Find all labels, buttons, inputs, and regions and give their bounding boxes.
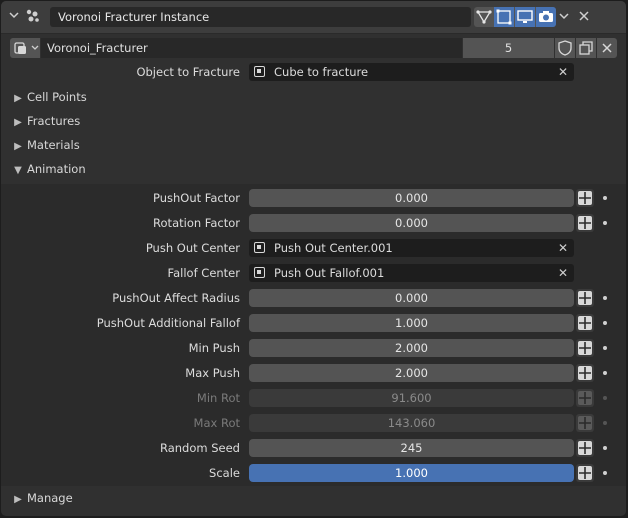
rotation-factor-field[interactable]: 0.000 [249, 214, 574, 232]
animate-property-dot[interactable] [603, 196, 607, 200]
section-label: Manage [27, 491, 73, 505]
animate-property-dot[interactable] [603, 371, 607, 375]
keyframe-icon [576, 414, 594, 432]
push-out-center-field[interactable]: Push Out Center.001 ✕ [249, 239, 574, 257]
keyframe-icon[interactable] [576, 214, 594, 232]
toggle-group [474, 7, 556, 27]
min-rot-field: 91.600 [249, 389, 574, 407]
viewport-display-icon[interactable] [515, 7, 535, 27]
pushout-additional-fallof-label: PushOut Additional Fallof [96, 316, 240, 330]
random-seed-field[interactable]: 245 [249, 439, 574, 457]
chevron-right-icon: ▶ [14, 93, 22, 104]
editmode-cage-icon[interactable] [494, 7, 514, 27]
fake-user-icon[interactable] [555, 38, 575, 58]
object-to-fracture-value: Cube to fracture [274, 65, 369, 79]
section-cell-points[interactable]: ▶ Cell Points [1, 86, 626, 108]
animate-property-dot[interactable] [603, 321, 607, 325]
keyframe-icon [576, 389, 594, 407]
animate-property-dot [603, 421, 607, 425]
animate-property-dot[interactable] [603, 221, 607, 225]
section-animation[interactable]: ▼ Animation [1, 158, 626, 180]
max-rot-field: 143.060 [249, 414, 574, 432]
section-manage[interactable]: ▶ Manage [1, 487, 626, 509]
chevron-down-icon: ▼ [14, 165, 22, 176]
keyframe-icon[interactable] [576, 464, 594, 482]
modifier-name-field[interactable]: Voronoi Fracturer Instance [50, 7, 471, 27]
node-group-name-field[interactable]: Voronoi_Fracturer [41, 38, 462, 58]
node-tree-icon [13, 40, 29, 56]
pushout-factor-field[interactable]: 0.000 [249, 189, 574, 207]
node-group-name: Voronoi_Fracturer [47, 41, 148, 55]
modifier-panel: Voronoi Fracturer Instance Voronoi_Fract… [1, 1, 626, 516]
keyframe-icon[interactable] [576, 314, 594, 332]
random-seed-label: Random Seed [159, 441, 240, 455]
render-icon[interactable] [536, 7, 556, 27]
section-label: Materials [27, 138, 80, 152]
fallof-center-field[interactable]: Push Out Fallof.001 ✕ [249, 264, 574, 282]
clear-object-icon[interactable]: ✕ [558, 264, 568, 282]
fallof-center-value: Push Out Fallof.001 [274, 266, 385, 280]
edit-mode-icon[interactable] [476, 9, 492, 25]
min-rot-label: Min Rot [196, 391, 240, 405]
close-icon[interactable] [578, 10, 590, 22]
scale-label: Scale [209, 466, 240, 480]
animate-property-dot[interactable] [603, 296, 607, 300]
pushout-additional-fallof-field[interactable]: 1.000 [249, 314, 574, 332]
object-to-fracture-label: Object to Fracture [136, 65, 240, 79]
keyframe-icon[interactable] [576, 289, 594, 307]
pushout-affect-radius-field[interactable]: 0.000 [249, 289, 574, 307]
section-label: Cell Points [27, 90, 87, 104]
browse-chevron-icon [30, 42, 40, 54]
animate-property-dot[interactable] [603, 446, 607, 450]
clear-object-icon[interactable]: ✕ [558, 63, 568, 81]
pushout-factor-label: PushOut Factor [152, 191, 240, 205]
animate-property-dot[interactable] [603, 471, 607, 475]
chevron-right-icon: ▶ [14, 494, 22, 505]
object-to-fracture-field[interactable]: Cube to fracture ✕ [249, 63, 574, 81]
rotation-factor-label: Rotation Factor [153, 216, 240, 230]
min-push-field[interactable]: 2.000 [249, 339, 574, 357]
section-label: Animation [27, 162, 86, 176]
keyframe-icon[interactable] [576, 189, 594, 207]
panel-header: Voronoi Fracturer Instance [1, 1, 626, 34]
max-rot-label: Max Rot [193, 416, 240, 430]
push-out-center-value: Push Out Center.001 [274, 241, 393, 255]
chevron-right-icon: ▶ [14, 117, 22, 128]
object-icon [254, 267, 265, 278]
modifier-type-icon [25, 8, 41, 24]
section-materials[interactable]: ▶ Materials [1, 134, 626, 156]
max-push-field[interactable]: 2.000 [249, 364, 574, 382]
fallof-center-label: Fallof Center [167, 266, 240, 280]
section-label: Fractures [27, 114, 81, 128]
duplicate-icon[interactable] [576, 38, 596, 58]
users-count[interactable]: 5 [463, 38, 554, 58]
keyframe-icon[interactable] [576, 339, 594, 357]
min-push-label: Min Push [188, 341, 240, 355]
push-out-center-label: Push Out Center [145, 241, 240, 255]
collapse-chevron-icon[interactable] [8, 9, 20, 21]
node-group-browse-button[interactable] [10, 38, 40, 58]
modifier-name: Voronoi Fracturer Instance [58, 10, 210, 24]
unlink-icon[interactable] [597, 38, 617, 58]
clear-object-icon[interactable]: ✕ [558, 239, 568, 257]
keyframe-icon[interactable] [576, 439, 594, 457]
scale-field[interactable]: 1.000 [249, 464, 574, 482]
chevron-right-icon: ▶ [14, 141, 22, 152]
max-push-label: Max Push [185, 366, 240, 380]
section-fractures[interactable]: ▶ Fractures [1, 110, 626, 132]
animate-property-dot [603, 396, 607, 400]
object-icon [254, 242, 265, 253]
pushout-affect-radius-label: PushOut Affect Radius [112, 291, 240, 305]
dropdown-chevron-icon[interactable] [558, 10, 570, 22]
keyframe-icon[interactable] [576, 364, 594, 382]
object-icon [254, 66, 265, 77]
animate-property-dot[interactable] [603, 346, 607, 350]
